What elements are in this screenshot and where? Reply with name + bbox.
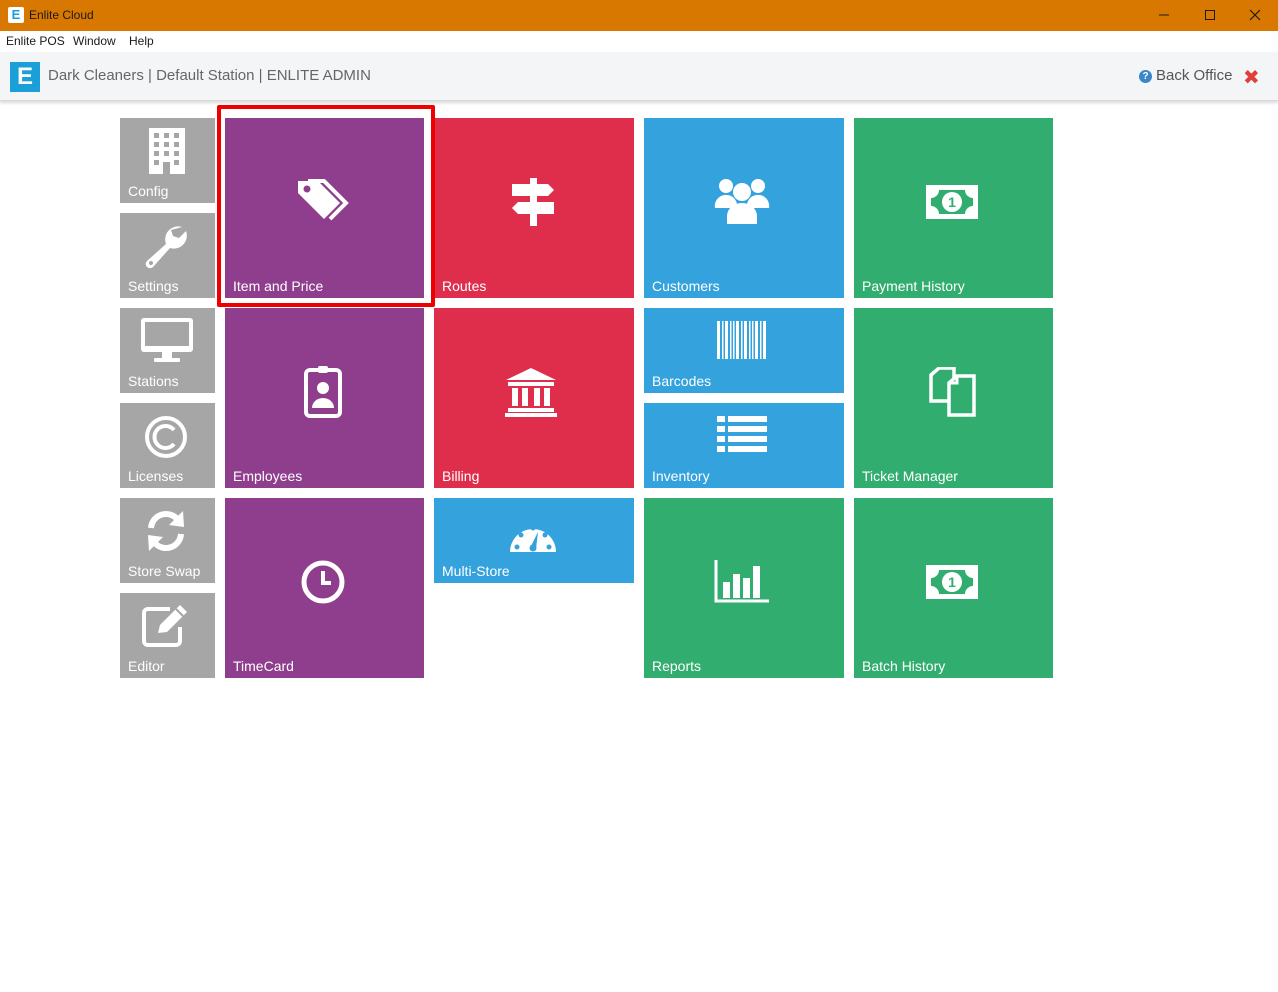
tile-customers[interactable]: Customers bbox=[644, 118, 844, 298]
menu-window[interactable]: Window bbox=[73, 34, 116, 48]
tile-ticket-manager[interactable]: Ticket Manager bbox=[854, 308, 1053, 488]
close-icon bbox=[1249, 9, 1261, 21]
tile-billing[interactable]: Billing bbox=[434, 308, 634, 488]
tile-stations[interactable]: Stations bbox=[120, 308, 215, 393]
close-icon[interactable]: ✖ bbox=[1243, 65, 1260, 90]
svg-text:1: 1 bbox=[948, 574, 956, 590]
money-icon: 1 bbox=[926, 565, 978, 599]
back-office-link[interactable]: ? Back Office bbox=[1139, 67, 1232, 84]
tags-icon bbox=[298, 179, 349, 221]
barcode-icon bbox=[717, 321, 766, 359]
tile-timecard-label: TimeCard bbox=[233, 658, 294, 674]
menu-enlite-pos[interactable]: Enlite POS bbox=[6, 34, 65, 48]
svg-text:1: 1 bbox=[948, 194, 956, 210]
window-title: Enlite Cloud bbox=[29, 8, 94, 22]
tile-licenses[interactable]: Licenses bbox=[120, 403, 215, 488]
help-circle-icon: ? bbox=[1139, 70, 1152, 83]
tile-batch-history[interactable]: 1 Batch History bbox=[854, 498, 1053, 678]
tile-ticket-manager-label: Ticket Manager bbox=[862, 468, 958, 484]
app-icon: E bbox=[8, 7, 24, 23]
users-icon bbox=[714, 179, 770, 224]
monitor-icon bbox=[141, 318, 193, 362]
bank-icon bbox=[505, 368, 557, 417]
edit-icon bbox=[142, 605, 187, 647]
money-icon: 1 bbox=[926, 185, 978, 219]
tile-employees-label: Employees bbox=[233, 468, 303, 484]
tile-employees[interactable]: Employees bbox=[225, 308, 424, 488]
tile-customers-label: Customers bbox=[652, 278, 720, 294]
menu-help[interactable]: Help bbox=[129, 34, 154, 48]
dashboard-icon bbox=[510, 525, 556, 552]
signpost-icon bbox=[512, 178, 554, 226]
close-window-button[interactable] bbox=[1232, 0, 1278, 31]
tile-barcodes[interactable]: Barcodes bbox=[644, 308, 844, 393]
minimize-button[interactable] bbox=[1141, 0, 1187, 31]
tile-routes[interactable]: Routes bbox=[434, 118, 634, 298]
tile-payment-history[interactable]: 1 Payment History bbox=[854, 118, 1053, 298]
tile-multi-store-label: Multi-Store bbox=[442, 563, 510, 579]
tile-reports-label: Reports bbox=[652, 658, 702, 674]
clock-icon bbox=[301, 560, 345, 604]
minimize-icon bbox=[1159, 14, 1169, 16]
tile-config[interactable]: Config bbox=[120, 118, 215, 203]
tile-stations-label: Stations bbox=[128, 373, 179, 389]
tile-billing-label: Billing bbox=[442, 468, 480, 484]
tile-barcodes-label: Barcodes bbox=[652, 373, 712, 389]
tile-item-and-price-label: Item and Price bbox=[233, 278, 324, 294]
building-icon bbox=[149, 128, 185, 174]
maximize-button[interactable] bbox=[1187, 0, 1233, 31]
tile-payment-history-label: Payment History bbox=[862, 278, 965, 294]
tile-licenses-label: Licenses bbox=[128, 468, 184, 484]
tile-editor-label: Editor bbox=[128, 658, 165, 674]
menu-bar: Enlite POS Window Help bbox=[0, 31, 1278, 52]
tile-config-label: Config bbox=[128, 183, 169, 199]
tile-settings[interactable]: Settings bbox=[120, 213, 215, 298]
tile-routes-label: Routes bbox=[442, 278, 487, 294]
bar-chart-icon bbox=[714, 560, 769, 603]
tile-multi-store[interactable]: Multi-Store bbox=[434, 498, 634, 583]
tile-editor[interactable]: Editor bbox=[120, 593, 215, 678]
tile-timecard[interactable]: TimeCard bbox=[225, 498, 424, 678]
id-badge-icon bbox=[304, 366, 342, 418]
back-office-label: Back Office bbox=[1156, 67, 1233, 84]
tile-store-swap-label: Store Swap bbox=[128, 563, 201, 579]
tile-inventory[interactable]: Inventory bbox=[644, 403, 844, 488]
list-icon bbox=[717, 416, 767, 452]
tile-settings-label: Settings bbox=[128, 278, 179, 294]
copyright-icon bbox=[145, 416, 187, 458]
wrench-icon bbox=[145, 226, 187, 269]
tile-item-and-price[interactable]: Item and Price bbox=[225, 118, 424, 298]
maximize-icon bbox=[1205, 10, 1215, 20]
enlite-logo: E bbox=[10, 62, 40, 92]
tile-inventory-label: Inventory bbox=[652, 468, 710, 484]
files-icon bbox=[929, 367, 976, 417]
tile-batch-history-label: Batch History bbox=[862, 658, 946, 674]
window-titlebar: E Enlite Cloud bbox=[0, 0, 1278, 31]
tile-reports[interactable]: Reports bbox=[644, 498, 844, 678]
app-header: E Dark Cleaners | Default Station | ENLI… bbox=[0, 52, 1278, 101]
tile-store-swap[interactable]: Store Swap bbox=[120, 498, 215, 583]
refresh-icon bbox=[148, 511, 184, 551]
store-info: Dark Cleaners | Default Station | ENLITE… bbox=[48, 67, 371, 84]
